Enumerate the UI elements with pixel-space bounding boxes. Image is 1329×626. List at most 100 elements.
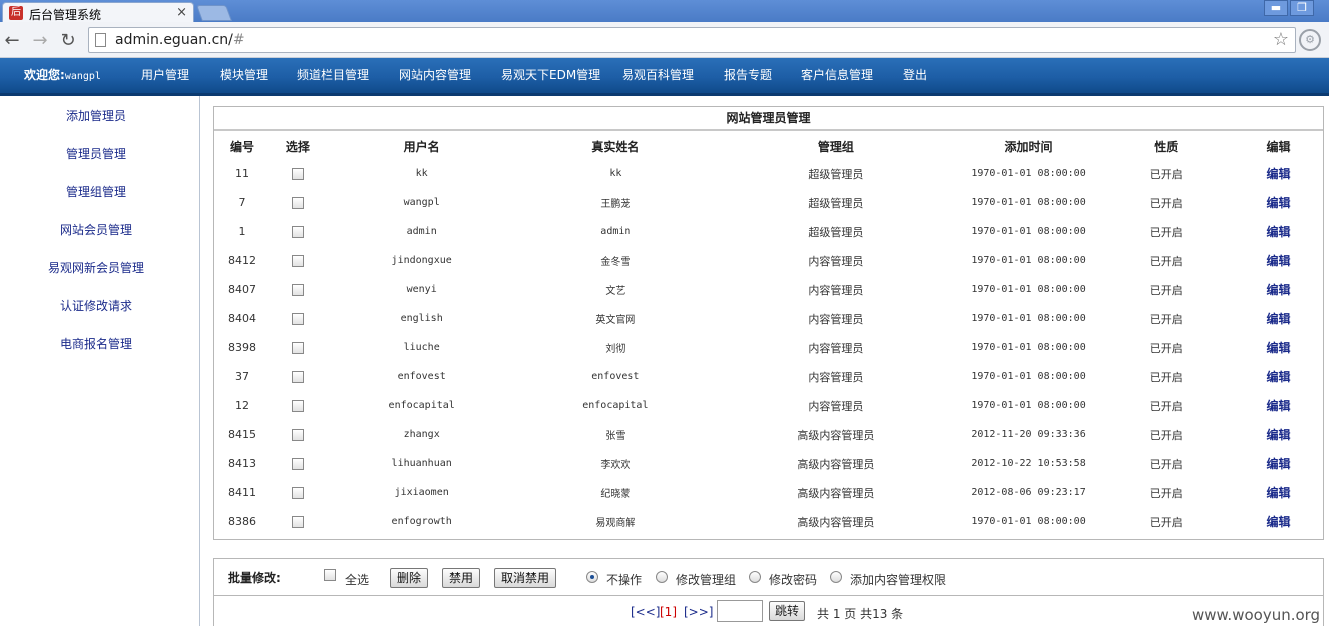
col-header-edit: 编辑	[1266, 139, 1291, 154]
tab-close-icon[interactable]: ×	[176, 5, 187, 20]
edit-link[interactable]: 编辑	[1267, 428, 1291, 442]
edit-link[interactable]: 编辑	[1267, 370, 1291, 384]
menu-logout[interactable]: 登出	[903, 66, 927, 83]
next-page-link[interactable]: [>>]	[684, 605, 713, 619]
pagination: [<<] [1] [>>] 跳转 共 1 页 共13 条	[213, 596, 1324, 626]
sidebar-item-add-admin[interactable]: 添加管理员	[0, 107, 192, 124]
edit-link[interactable]: 编辑	[1267, 341, 1291, 355]
browser-tab[interactable]: 后 后台管理系统 ×	[2, 2, 194, 22]
disable-button[interactable]: 禁用	[442, 568, 481, 588]
url-text[interactable]: admin.eguan.cn/#	[115, 32, 245, 48]
prev-page-link[interactable]: [<<]	[631, 605, 660, 619]
cell-group: 超级管理员	[808, 225, 864, 239]
cell-time: 1970-01-01 08:00:00	[971, 255, 1086, 266]
edit-link[interactable]: 编辑	[1267, 196, 1291, 210]
enable-button[interactable]: 取消禁用	[494, 568, 557, 588]
row-checkbox[interactable]	[291, 400, 304, 412]
sidebar-item-group-management[interactable]: 管理组管理	[0, 183, 192, 200]
sidebar-item-ecommerce-signup[interactable]: 电商报名管理	[0, 335, 192, 352]
cell-username: admin	[406, 226, 437, 237]
edit-link[interactable]: 编辑	[1267, 167, 1291, 181]
sidebar-item-verify-requests[interactable]: 认证修改请求	[0, 297, 192, 314]
cell-realname: 刘彻	[605, 344, 626, 355]
edit-link[interactable]: 编辑	[1267, 283, 1291, 297]
welcome-text: 欢迎您:wangpl	[24, 68, 101, 82]
menu-edm-management[interactable]: 易观天下EDM管理	[501, 66, 600, 83]
reload-icon[interactable]: ↻	[58, 30, 78, 51]
cell-select	[270, 217, 326, 246]
current-page[interactable]: [1]	[660, 605, 677, 619]
radio-add-permission[interactable]	[830, 571, 842, 583]
cell-realname: admin	[600, 226, 631, 237]
cell-select	[270, 159, 326, 188]
edit-link[interactable]: 编辑	[1267, 486, 1291, 500]
delete-button[interactable]: 删除	[390, 568, 429, 588]
forward-arrow-icon[interactable]: →	[30, 30, 50, 51]
address-bar[interactable]: admin.eguan.cn/# ☆	[88, 27, 1296, 53]
cell-group: 高级内容管理员	[797, 486, 875, 500]
row-checkbox[interactable]	[291, 226, 304, 238]
cell-username: wangpl	[403, 197, 440, 208]
row-checkbox[interactable]	[291, 429, 304, 441]
minimize-button[interactable]: ▬	[1264, 0, 1288, 16]
col-header-status: 性质	[1154, 139, 1179, 154]
edit-link[interactable]: 编辑	[1267, 399, 1291, 413]
cell-id: 8415	[227, 428, 256, 441]
sidebar-item-admin-management[interactable]: 管理员管理	[0, 145, 192, 162]
cell-edit: 编辑	[1234, 478, 1323, 507]
restore-button[interactable]: ❐	[1290, 0, 1314, 16]
cell-status: 已开启	[1149, 486, 1183, 500]
cell-edit: 编辑	[1234, 507, 1323, 536]
cell-time: 1970-01-01 08:00:00	[971, 197, 1086, 208]
row-checkbox[interactable]	[291, 284, 304, 296]
radio-change-password[interactable]	[749, 571, 761, 583]
menu-content-management[interactable]: 网站内容管理	[399, 66, 471, 83]
cell-time: 1970-01-01 08:00:00	[971, 342, 1086, 353]
cell-select	[270, 188, 326, 217]
radio-change-group[interactable]	[656, 571, 668, 583]
menu-user-management[interactable]: 用户管理	[141, 66, 189, 83]
row-checkbox[interactable]	[291, 313, 304, 325]
cell-group: 内容管理员	[808, 283, 864, 297]
menu-customer-info[interactable]: 客户信息管理	[801, 66, 873, 83]
sidebar: 添加管理员 管理员管理 管理组管理 网站会员管理 易观网新会员管理 认证修改请求…	[0, 96, 200, 626]
row-checkbox[interactable]	[291, 371, 304, 383]
row-checkbox[interactable]	[291, 458, 304, 470]
cell-group: 高级内容管理员	[797, 457, 875, 471]
row-checkbox[interactable]	[291, 197, 304, 209]
jump-button[interactable]: 跳转	[769, 601, 806, 621]
edit-link[interactable]: 编辑	[1267, 225, 1291, 239]
new-tab-button[interactable]	[196, 5, 232, 21]
back-arrow-icon[interactable]: ←	[2, 30, 22, 51]
row-checkbox[interactable]	[291, 342, 304, 354]
cell-username: kk	[415, 168, 428, 179]
table-row: 37 enfovest enfovest 内容管理员 1970-01-01 08:00:…	[214, 362, 1323, 391]
menu-baike-management[interactable]: 易观百科管理	[622, 66, 694, 83]
edit-link[interactable]: 编辑	[1267, 515, 1291, 529]
cell-select	[270, 275, 326, 304]
row-checkbox[interactable]	[291, 516, 304, 528]
batch-bar: 批量修改: 全选 删除 禁用 取消禁用 不操作 修改管理组 修改密码 添加内容管…	[213, 558, 1324, 596]
edit-link[interactable]: 编辑	[1267, 254, 1291, 268]
row-checkbox[interactable]	[291, 168, 304, 180]
settings-wrench-icon[interactable]: ⚙	[1299, 29, 1321, 51]
sidebar-item-member-management[interactable]: 网站会员管理	[0, 221, 192, 238]
cell-group: 超级管理员	[808, 167, 864, 181]
row-checkbox[interactable]	[291, 255, 304, 267]
menu-module-management[interactable]: 模块管理	[220, 66, 268, 83]
radio-add-permission-label: 添加内容管理权限	[850, 573, 947, 587]
sidebar-item-new-member-management[interactable]: 易观网新会员管理	[0, 259, 192, 276]
cell-status: 已开启	[1149, 428, 1183, 442]
cell-username: jixiaomen	[394, 487, 449, 498]
select-all-checkbox[interactable]	[324, 569, 336, 581]
row-checkbox[interactable]	[291, 487, 304, 499]
bookmark-star-icon[interactable]: ☆	[1273, 29, 1289, 50]
radio-no-operation[interactable]	[586, 571, 598, 583]
menu-channel-management[interactable]: 频道栏目管理	[297, 66, 369, 83]
menu-report-topics[interactable]: 报告专题	[724, 66, 772, 83]
page-number-input[interactable]	[717, 600, 763, 622]
edit-link[interactable]: 编辑	[1267, 457, 1291, 471]
col-header-time: 添加时间	[1004, 139, 1053, 154]
cell-username: liuche	[403, 342, 440, 353]
edit-link[interactable]: 编辑	[1267, 312, 1291, 326]
